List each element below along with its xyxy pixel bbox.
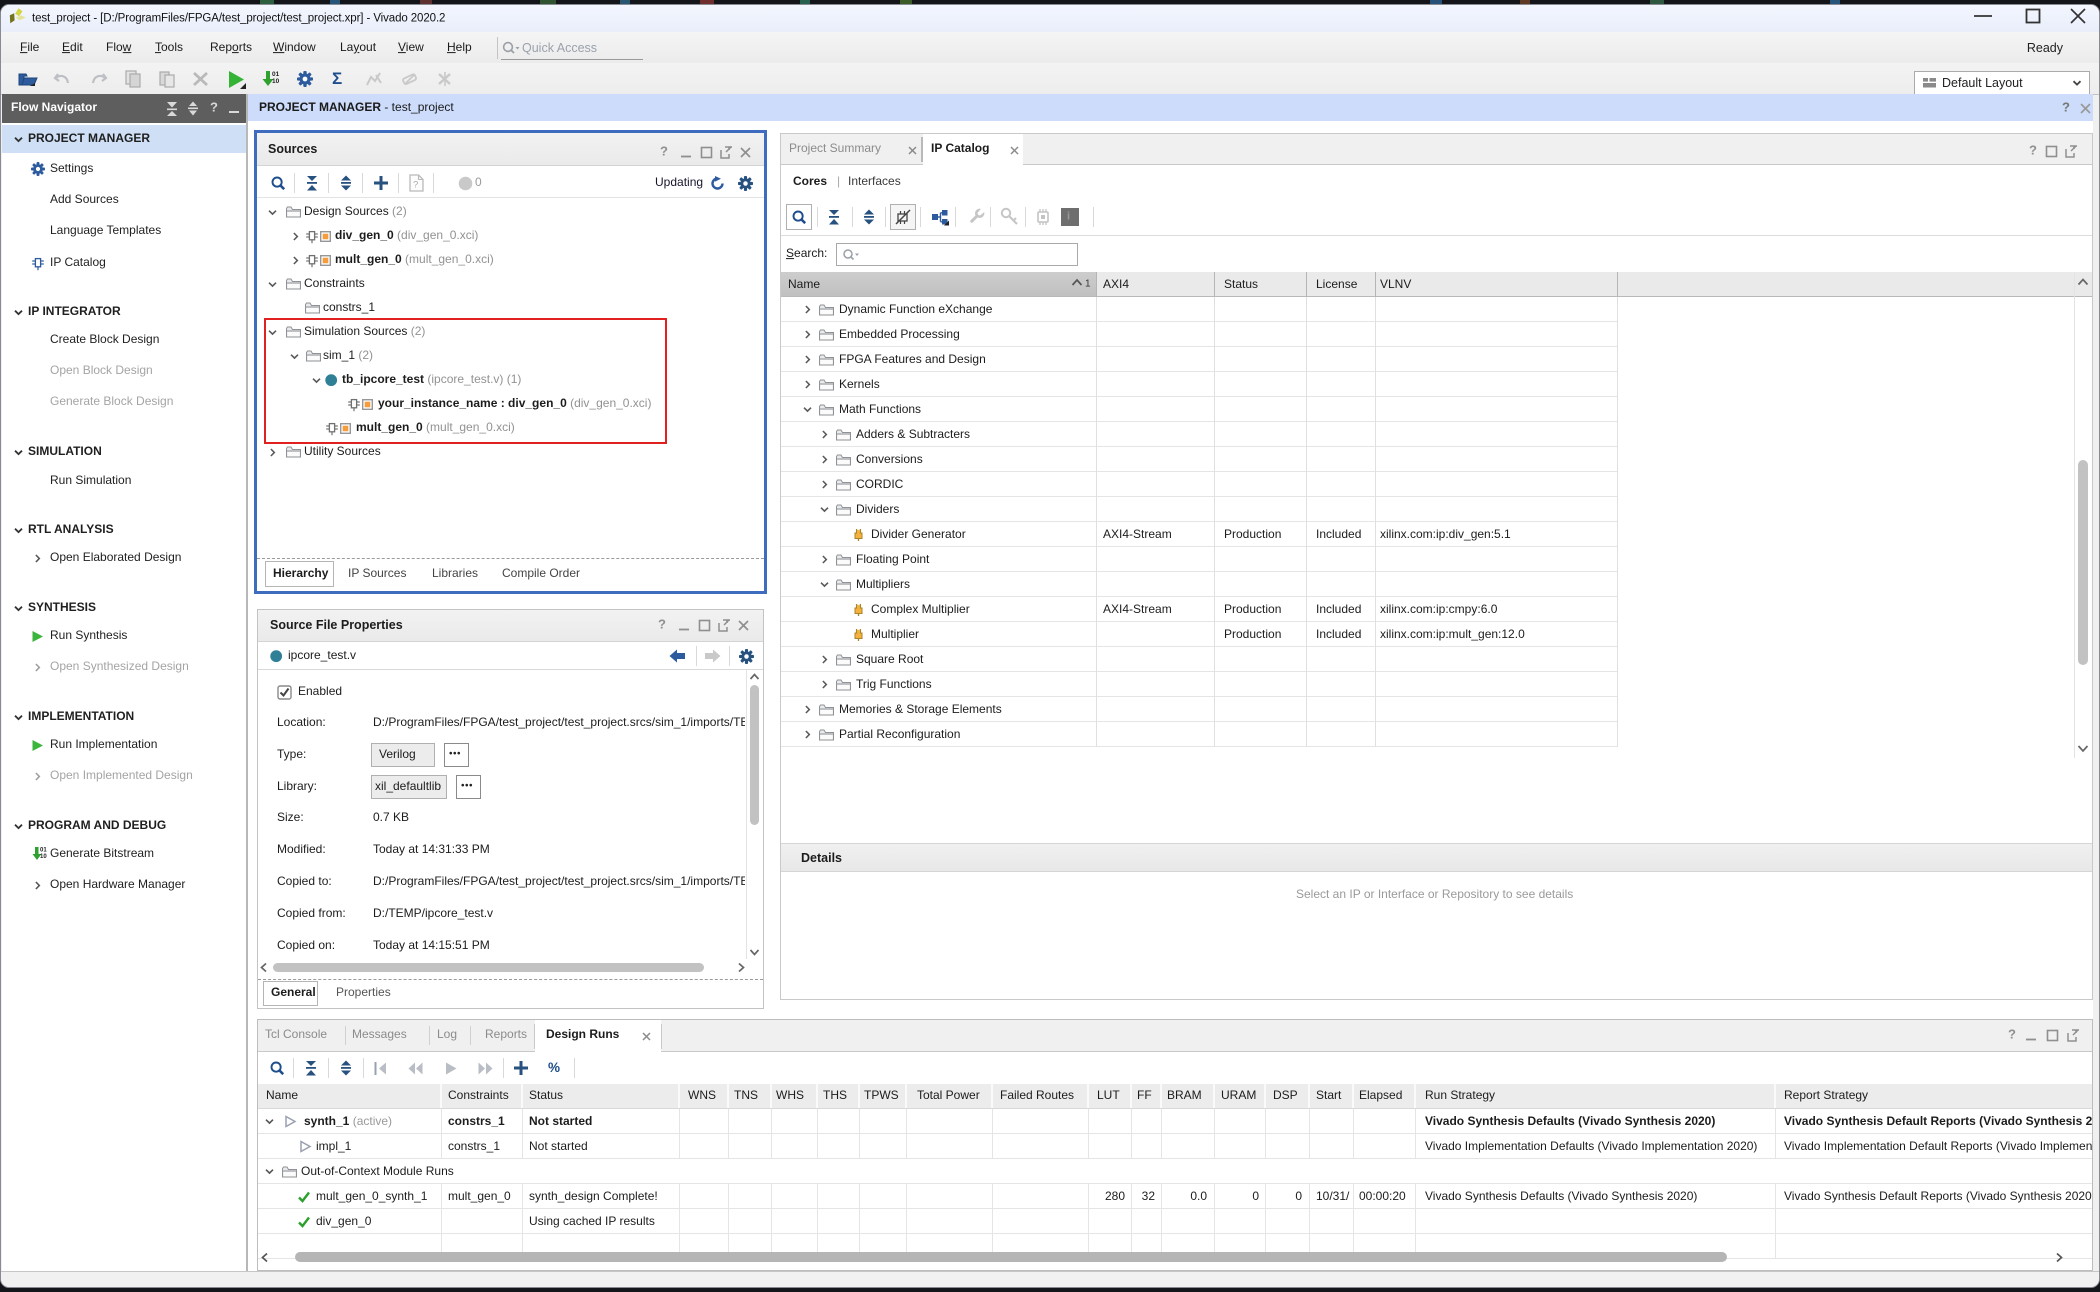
svg-text:?: ?: [413, 180, 418, 191]
svg-text:10: 10: [40, 854, 47, 860]
svg-text:01: 01: [40, 848, 47, 854]
svg-text:10: 10: [272, 78, 280, 85]
svg-text:01: 01: [272, 71, 280, 78]
